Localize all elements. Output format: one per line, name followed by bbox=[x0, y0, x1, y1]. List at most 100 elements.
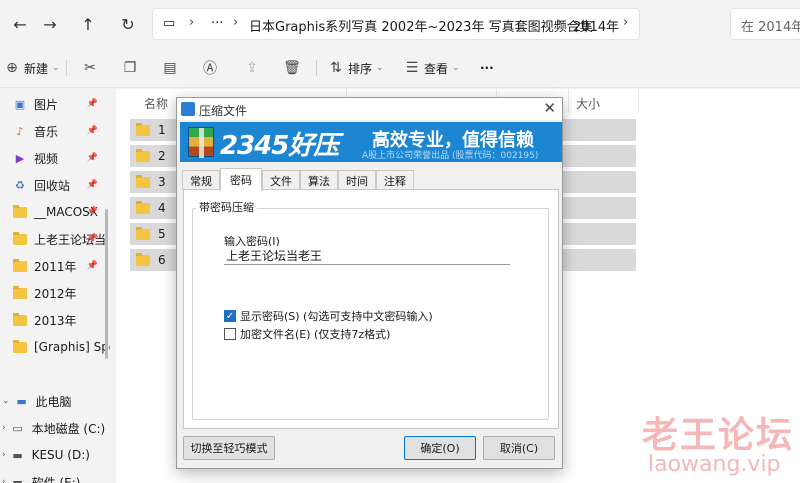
toolbar-divider bbox=[316, 60, 317, 76]
new-button[interactable]: ⊕ 新建 ⌄ bbox=[2, 58, 60, 78]
up-icon[interactable]: ↑ bbox=[76, 12, 100, 36]
password-input[interactable] bbox=[224, 246, 510, 265]
sidebar-item-label: 2011年 bbox=[34, 259, 77, 274]
sidebar-item-drive-e[interactable]: › ▬ 软件 (E:) bbox=[0, 469, 110, 483]
delete-button[interactable]: 🗑 bbox=[282, 58, 302, 78]
sort-button[interactable]: ⇅ 排序 ⌄ bbox=[326, 58, 384, 78]
drive-icon: ▭ bbox=[12, 421, 23, 435]
sidebar-item-laowang[interactable]: 上老王论坛当 📌 bbox=[0, 226, 110, 252]
forward-icon[interactable]: → bbox=[38, 12, 62, 36]
refresh-icon[interactable]: ↻ bbox=[116, 12, 140, 36]
chevron-right-icon[interactable]: › bbox=[233, 15, 238, 30]
chevron-right-icon[interactable]: › bbox=[623, 15, 628, 30]
tab-files[interactable]: 文件 bbox=[262, 170, 300, 190]
sidebar-item-label: 此电脑 bbox=[35, 394, 72, 409]
sidebar-item-music[interactable]: ♪ 音乐 📌 bbox=[0, 118, 110, 144]
encrypt-filenames-label: 加密文件名(E) (仅支持7z格式) bbox=[240, 328, 391, 341]
sidebar-item-macosx[interactable]: __MACOSX 📌 bbox=[0, 199, 110, 225]
pin-icon: 📌 bbox=[86, 261, 98, 271]
checkmark-icon: ✓ bbox=[224, 310, 236, 322]
checkbox-empty-icon bbox=[224, 328, 236, 340]
copy-button[interactable]: ❐ bbox=[120, 58, 140, 78]
chevron-right-icon[interactable]: › bbox=[189, 15, 194, 30]
view-button[interactable]: ☰ 查看 ⌄ bbox=[402, 58, 460, 78]
more-button[interactable]: ··· bbox=[480, 58, 494, 78]
address-bar[interactable]: ▭ › ··· › 日本Graphis系列写真 2002年~2023年 写真套图… bbox=[152, 8, 640, 40]
switch-light-mode-button[interactable]: 切换至轻巧模式 bbox=[183, 436, 275, 460]
breadcrumb-item-2014[interactable]: 2014年 bbox=[573, 16, 619, 35]
back-icon[interactable]: ← bbox=[8, 12, 32, 36]
chevron-down-icon: ⌄ bbox=[52, 63, 60, 73]
cut-button[interactable]: ✂ bbox=[80, 58, 100, 78]
music-icon: ♪ bbox=[16, 124, 24, 138]
sidebar-item-pictures[interactable]: ▣ 图片 📌 bbox=[0, 91, 110, 117]
file-name: 3 bbox=[158, 175, 166, 189]
sidebar-item-label: 软件 (E:) bbox=[31, 475, 81, 483]
chevron-right-icon[interactable]: › bbox=[557, 15, 562, 30]
cancel-button[interactable]: 取消(C) bbox=[483, 436, 555, 460]
banner-logo-text: 2345好压 bbox=[220, 131, 339, 161]
clipboard-icon: ▤ bbox=[163, 60, 177, 76]
sidebar-item-2012[interactable]: 2012年 bbox=[0, 280, 110, 306]
scissors-icon: ✂ bbox=[84, 60, 96, 76]
sidebar-item-graphis[interactable]: [Graphis] Spec bbox=[0, 334, 110, 360]
folder-icon bbox=[136, 252, 150, 266]
chevron-right-icon: › bbox=[2, 450, 6, 460]
command-bar: ⊕ 新建 ⌄ ✂ ❐ ▤ Ⓐ ⇪ 🗑 ⇅ 排序 ⌄ ☰ 查看 ⌄ ··· bbox=[0, 48, 800, 88]
tab-comment[interactable]: 注释 bbox=[376, 170, 414, 190]
show-password-checkbox[interactable]: ✓ 显示密码(S) (勾选可支持中文密码输入) bbox=[224, 308, 433, 324]
folder-icon bbox=[12, 231, 28, 246]
dialog-titlebar[interactable]: 压缩文件 ✕ bbox=[177, 98, 562, 120]
sidebar-scrollbar[interactable] bbox=[105, 209, 108, 359]
share-icon: ⇪ bbox=[246, 60, 258, 76]
recycle-bin-icon: ♻ bbox=[15, 178, 25, 192]
sidebar-item-drive-c[interactable]: › ▭ 本地磁盘 (C:) bbox=[0, 415, 110, 441]
column-header-size[interactable]: 大小 bbox=[576, 95, 600, 112]
sidebar-item-2011[interactable]: 2011年 📌 bbox=[0, 253, 110, 279]
sidebar-item-drive-d[interactable]: › ▬ KESU (D:) bbox=[0, 442, 110, 468]
sidebar-item-recycle-bin[interactable]: ♻ 回收站 📌 bbox=[0, 172, 110, 198]
dialog-tabs: 常规 密码 文件 算法 时间 注释 bbox=[180, 168, 560, 191]
chevron-down-icon: ⌄ bbox=[376, 63, 384, 73]
toolbar-divider bbox=[66, 60, 67, 76]
haozip-logo-icon bbox=[188, 127, 214, 158]
column-header-name[interactable]: 名称 bbox=[144, 95, 168, 112]
sidebar-item-label: 视频 bbox=[34, 151, 59, 166]
folder-icon bbox=[136, 226, 150, 240]
folder-icon bbox=[12, 204, 28, 219]
tab-algorithm[interactable]: 算法 bbox=[300, 170, 338, 190]
file-name: 5 bbox=[158, 227, 166, 241]
pin-icon: 📌 bbox=[86, 180, 98, 190]
file-name: 4 bbox=[158, 201, 166, 215]
watermark-title: 老王论坛 bbox=[642, 415, 795, 456]
folder-icon bbox=[136, 200, 150, 214]
sidebar-item-label: KESU (D:) bbox=[31, 448, 90, 462]
sidebar-item-this-pc[interactable]: ⌄ ▬ 此电脑 bbox=[0, 388, 110, 414]
paste-button[interactable]: ▤ bbox=[160, 58, 180, 78]
tab-general[interactable]: 常规 bbox=[182, 170, 220, 190]
show-password-label: 显示密码(S) (勾选可支持中文密码输入) bbox=[240, 310, 433, 323]
sidebar-item-label: 回收站 bbox=[34, 178, 71, 193]
folder-icon bbox=[12, 312, 28, 327]
rename-button[interactable]: Ⓐ bbox=[200, 58, 220, 78]
tab-time[interactable]: 时间 bbox=[338, 170, 376, 190]
breadcrumb-item-collection[interactable]: 日本Graphis系列写真 2002年~2023年 写真套图视频合集 bbox=[249, 16, 593, 35]
sidebar-item-videos[interactable]: ▶ 视频 📌 bbox=[0, 145, 110, 171]
trash-icon: 🗑 bbox=[283, 60, 301, 76]
search-input[interactable]: 在 2014年 中搜索 bbox=[730, 8, 800, 40]
file-name: 2 bbox=[158, 149, 166, 163]
share-button[interactable]: ⇪ bbox=[242, 58, 262, 78]
tab-panel-password: 带密码压缩 输入密码(I) ✓ 显示密码(S) (勾选可支持中文密码输入) 加密… bbox=[183, 189, 559, 429]
sidebar-item-label: 图片 bbox=[34, 97, 59, 112]
sidebar-item-label: 音乐 bbox=[34, 124, 59, 139]
sort-button-label: 排序 bbox=[348, 61, 373, 76]
sidebar-item-2013[interactable]: 2013年 bbox=[0, 307, 110, 333]
breadcrumb-ellipsis[interactable]: ··· bbox=[211, 16, 223, 31]
ok-button[interactable]: 确定(O) bbox=[404, 436, 476, 460]
drive-icon: ▬ bbox=[12, 475, 23, 483]
close-icon[interactable]: ✕ bbox=[543, 99, 556, 117]
encrypt-filenames-checkbox[interactable]: 加密文件名(E) (仅支持7z格式) bbox=[224, 326, 390, 342]
tab-password[interactable]: 密码 bbox=[220, 168, 262, 191]
file-name: 1 bbox=[158, 123, 166, 137]
rename-icon: Ⓐ bbox=[203, 61, 217, 77]
